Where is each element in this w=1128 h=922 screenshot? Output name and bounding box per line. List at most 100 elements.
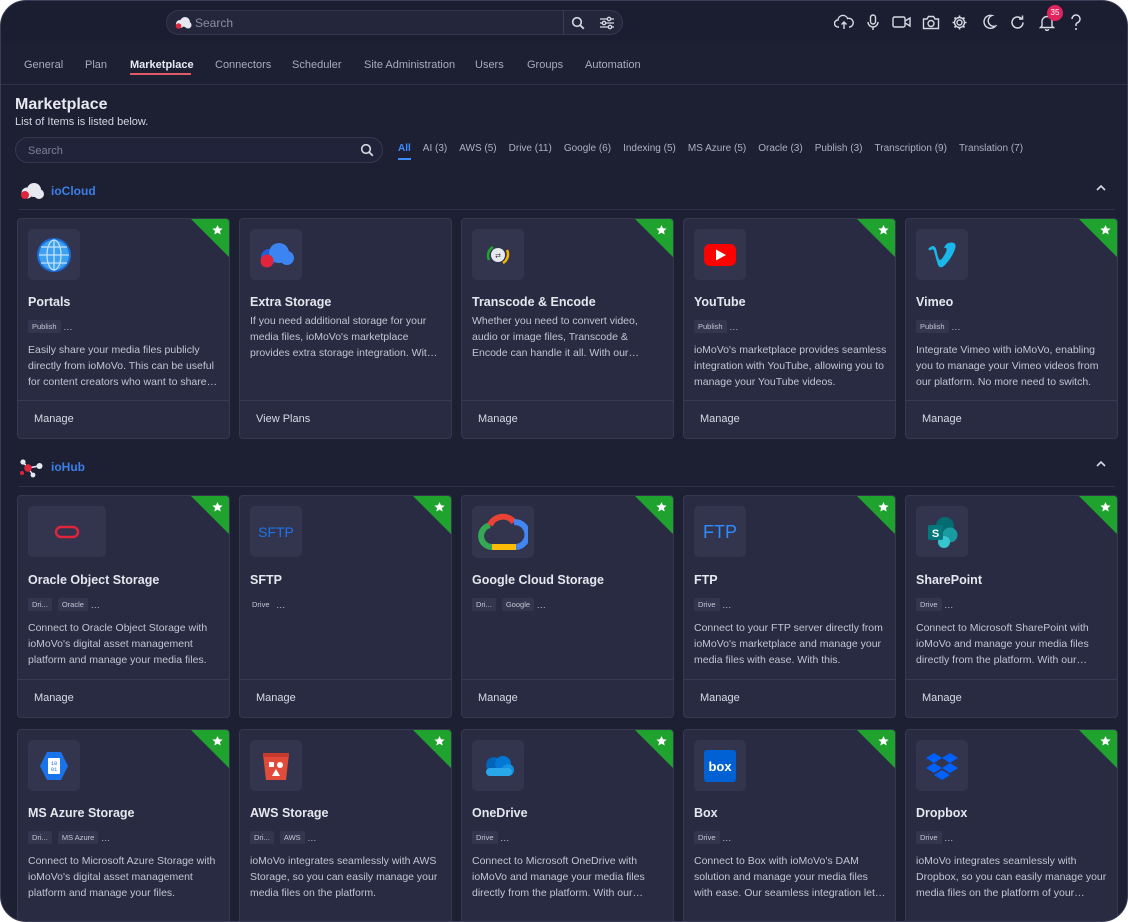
manage-button[interactable]: Manage [922,692,962,704]
chevron-up-icon[interactable] [1095,459,1107,469]
toolbar-icons: 35 [829,5,1090,33]
more-tags-ellipsis: ... [500,832,510,843]
help-button[interactable] [1061,11,1090,33]
search-filter-button[interactable] [593,11,621,34]
card-ms-azure-storage[interactable]: 10 01 MS Azure Storage Dri... MS Azure... … [17,729,230,921]
tab-automation[interactable]: Automation [585,59,641,71]
manage-button[interactable]: Manage [700,692,740,704]
card-title: Google Cloud Storage [472,573,604,587]
filter-oracle[interactable]: Oracle (3) [758,143,802,159]
tab-groups[interactable]: Groups [527,59,563,71]
svg-text:SFTP: SFTP [258,524,294,540]
video-button[interactable] [887,11,916,33]
tab-connectors[interactable]: Connectors [215,59,271,71]
box-icon: box [704,749,736,782]
manage-button[interactable]: Manage [34,413,74,425]
card-aws-storage[interactable]: AWS Storage Dri... AWS... ioMoVo integrat… [239,729,452,921]
svg-text:⇄: ⇄ [495,253,501,260]
refresh-button[interactable] [1003,11,1032,33]
tag-publish: Publish [694,320,727,333]
featured-star-icon [413,496,451,534]
card-youtube[interactable]: YouTube Publish... ioMoVo's marketplace … [683,218,896,439]
tab-general[interactable]: General [24,59,63,71]
tab-scheduler[interactable]: Scheduler [292,59,342,71]
settings-button[interactable] [945,11,974,33]
filter-drive[interactable]: Drive (11) [509,143,552,159]
card-transcode-encode[interactable]: ⇄ Transcode & Encode Whether you need to… [461,218,674,439]
svg-text:box: box [708,759,732,774]
filter-publish[interactable]: Publish (3) [815,143,863,159]
card-tags: Publish... [28,320,73,333]
card-title: Extra Storage [250,295,332,309]
filter-indexing[interactable]: Indexing (5) [623,143,676,159]
filter-transcription[interactable]: Transcription (9) [875,143,947,159]
filter-google[interactable]: Google (6) [564,143,611,159]
tag-aws: AWS [279,831,305,844]
card-ftp[interactable]: FTP FTP Drive... Connect to your FTP ser… [683,495,896,718]
card-dropbox[interactable]: Dropbox Drive... ioMoVo integrates seaml… [905,729,1118,921]
card-footer: Manage [462,679,673,717]
chevron-up-icon[interactable] [1095,183,1107,193]
card-google-cloud-storage[interactable]: Google Cloud Storage Dri... Google... Man… [461,495,674,718]
search-icon[interactable] [360,143,374,157]
view-plans-button[interactable]: View Plans [256,413,310,425]
camera-button[interactable] [916,11,945,33]
onedrive-logo [472,740,524,791]
card-box[interactable]: box Box Drive... Connect to Box with ioM… [683,729,896,921]
featured-star-icon [1079,730,1117,768]
active-tab-indicator [130,73,191,75]
card-title: Transcode & Encode [472,295,596,309]
card-extra-storage[interactable]: Extra Storage If you need additional sto… [239,218,452,439]
search-icon [571,16,584,29]
filter-ai[interactable]: AI (3) [423,143,447,159]
card-footer: Manage [906,400,1117,438]
featured-star-icon [1079,496,1117,534]
tab-site-administration[interactable]: Site Administration [364,59,455,71]
manage-button[interactable]: Manage [256,692,296,704]
marketplace-search-input[interactable] [28,142,348,160]
tab-users[interactable]: Users [475,59,504,71]
manage-button[interactable]: Manage [922,413,962,425]
manage-button[interactable]: Manage [478,413,518,425]
sliders-icon [600,16,614,29]
filter-all[interactable]: All [398,143,411,160]
global-search-input[interactable] [195,14,525,32]
microphone-icon [866,13,879,30]
microphone-button[interactable] [858,11,887,33]
card-footer: View Plans [240,400,451,438]
card-sftp[interactable]: SFTP SFTP Drive... Manage [239,495,452,718]
ftp-icon: FTP [703,522,737,542]
theme-toggle-button[interactable] [974,11,1003,33]
global-search-button[interactable] [563,11,591,34]
card-description: If you need additional storage for your … [250,315,433,359]
card-portals[interactable]: Portals Publish... Easily share your med… [17,218,230,439]
card-vimeo[interactable]: Vimeo Publish... Integrate Vimeo with io… [905,218,1118,439]
card-sharepoint[interactable]: S SharePoint Drive... Connect to Microso… [905,495,1118,718]
section-iocloud-header[interactable]: ioCloud [19,181,1115,203]
tag-drive: Drive [252,600,270,609]
tab-plan[interactable]: Plan [85,59,107,71]
tab-marketplace[interactable]: Marketplace [130,59,194,71]
settings-tabs: General Plan Marketplace Connectors Sche… [1,43,1127,85]
manage-button[interactable]: Manage [700,413,740,425]
more-tags-ellipsis: ... [722,832,732,843]
card-tags: Drive... [694,831,732,844]
filter-translation[interactable]: Translation (7) [959,143,1023,159]
google-cloud-logo [472,506,534,558]
card-oracle-object-storage[interactable]: Oracle Object Storage Dri... Oracle... Co… [17,495,230,718]
manage-button[interactable]: Manage [34,692,74,704]
notifications-button[interactable]: 35 [1032,5,1063,33]
card-footer: Manage [906,679,1117,717]
card-onedrive[interactable]: OneDrive Drive... Connect to Microsoft O… [461,729,674,921]
filter-ms-azure[interactable]: MS Azure (5) [688,143,746,159]
card-description: Integrate Vimeo with ioMoVo, enabling yo… [916,344,1099,388]
filter-aws[interactable]: AWS (5) [459,143,496,159]
manage-button[interactable]: Manage [478,692,518,704]
upload-button[interactable] [829,11,858,33]
featured-star-icon [635,219,673,257]
card-footer: Manage [18,400,229,438]
card-tags: Dri... Google... [472,598,546,611]
camera-icon [922,15,939,29]
iocloud-logo-icon [21,183,44,199]
section-iohub-header[interactable]: ioHub [19,457,1115,479]
